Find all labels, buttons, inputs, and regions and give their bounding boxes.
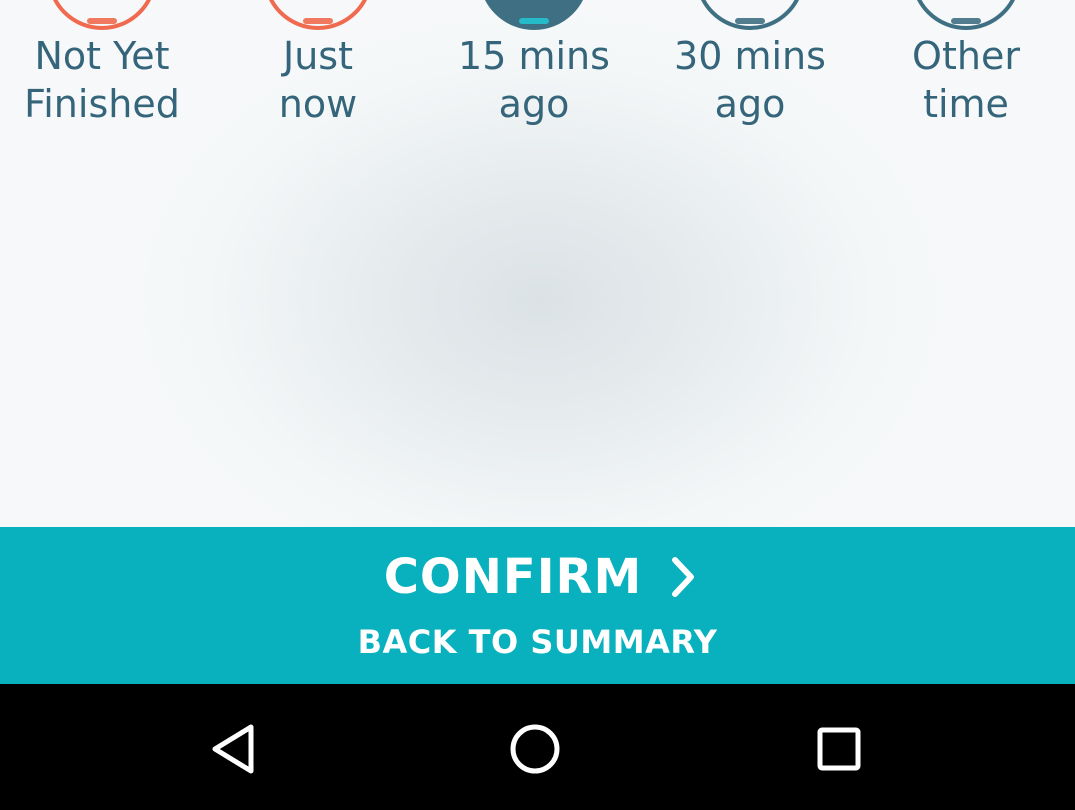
nav-back-button[interactable] — [198, 714, 268, 784]
clock-circle-icon — [911, 0, 1021, 30]
time-option-not-yet-finished[interactable]: Not Yet Finished — [0, 0, 210, 140]
time-option-other-time[interactable]: Other time — [858, 0, 1074, 140]
time-option-30-mins-ago[interactable]: 30 mins ago — [642, 0, 858, 140]
confirm-button[interactable]: CONFIRM — [380, 540, 700, 614]
time-option-just-now[interactable]: Just now — [210, 0, 426, 140]
time-option-label: 15 mins ago — [458, 34, 610, 126]
time-option-label: Other time — [912, 34, 1020, 126]
clock-circle-icon — [695, 0, 805, 30]
triangle-back-icon — [212, 724, 254, 774]
square-recents-icon — [817, 727, 861, 771]
back-to-summary-button[interactable]: BACK TO SUMMARY — [300, 618, 775, 666]
chevron-right-icon — [672, 557, 695, 597]
nav-recents-button[interactable] — [804, 714, 874, 784]
time-option-15-mins-ago[interactable]: 15 mins ago — [426, 0, 642, 140]
confirm-label: CONFIRM — [383, 549, 643, 605]
circle-home-icon — [510, 724, 560, 774]
system-navigation-bar — [0, 684, 1075, 810]
clock-circle-icon — [479, 0, 589, 30]
main-content: Not Yet Finished Just now 15 mins ago 30… — [0, 0, 1075, 527]
back-to-summary-label: BACK TO SUMMARY — [357, 623, 718, 661]
time-option-label: Just now — [278, 34, 358, 126]
time-option-label: 30 mins ago — [674, 34, 826, 126]
nav-home-button[interactable] — [500, 714, 570, 784]
clock-circle-icon — [263, 0, 373, 30]
clock-circle-icon — [47, 0, 157, 30]
time-option-label: Not Yet Finished — [24, 34, 180, 126]
